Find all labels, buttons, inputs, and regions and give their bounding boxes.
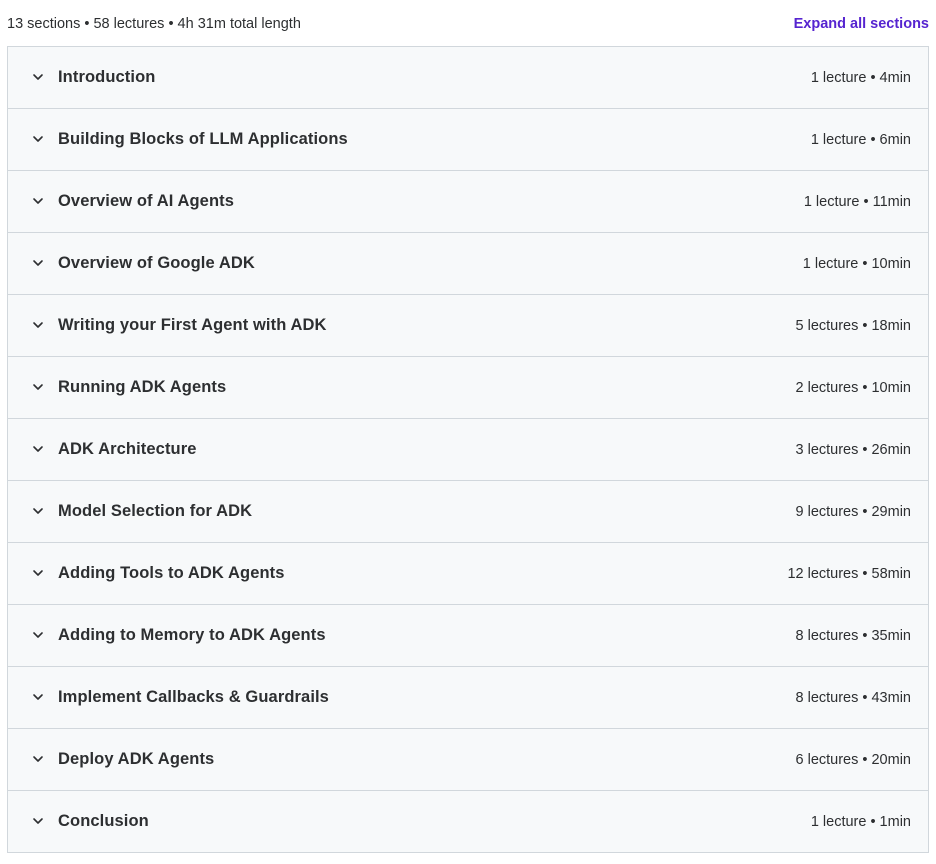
chevron-down-icon xyxy=(31,504,45,518)
chevron-down-icon xyxy=(31,194,45,208)
chevron-down-icon xyxy=(31,814,45,828)
section-title: Writing your First Agent with ADK xyxy=(58,316,327,334)
section-lecture-info: 1 lecture • 6min xyxy=(810,131,911,148)
section-lecture-info: 8 lectures • 43min xyxy=(795,689,912,706)
section-lecture-info: 8 lectures • 35min xyxy=(795,627,912,644)
chevron-down-icon xyxy=(31,70,45,84)
section-row[interactable]: Conclusion 1 lecture • 1min xyxy=(8,791,928,853)
section-lecture-info: 9 lectures • 29min xyxy=(795,503,912,520)
chevron-down-icon xyxy=(31,132,45,146)
curriculum-section-list: Introduction 1 lecture • 4min Building Blo… xyxy=(7,46,929,853)
section-row[interactable]: Introduction 1 lecture • 4min xyxy=(8,47,928,109)
section-lecture-info: 6 lectures • 20min xyxy=(795,751,912,768)
section-lecture-info: 5 lectures • 18min xyxy=(795,317,912,334)
section-title: Overview of Google ADK xyxy=(58,254,255,272)
section-row[interactable]: ADK Architecture 3 lectures • 26min xyxy=(8,419,928,481)
section-title: Adding Tools to ADK Agents xyxy=(58,564,285,582)
section-row[interactable]: Adding Tools to ADK Agents 12 lectures • … xyxy=(8,543,928,605)
chevron-down-icon xyxy=(31,566,45,580)
curriculum-summary: 13 sections • 58 lectures • 4h 31m total… xyxy=(7,16,301,32)
chevron-down-icon xyxy=(31,752,45,766)
section-lecture-info: 1 lecture • 10min xyxy=(802,255,911,272)
section-row[interactable]: Building Blocks of LLM Applications 1 lec… xyxy=(8,109,928,171)
chevron-down-icon xyxy=(31,442,45,456)
section-title: Overview of AI Agents xyxy=(58,192,235,210)
section-title: Implement Callbacks & Guardrails xyxy=(58,688,329,706)
chevron-down-icon xyxy=(31,380,45,394)
section-row[interactable]: Implement Callbacks & Guardrails 8 lectur… xyxy=(8,667,928,729)
section-row[interactable]: Deploy ADK Agents 6 lectures • 20min xyxy=(8,729,928,791)
chevron-down-icon xyxy=(31,690,45,704)
chevron-down-icon xyxy=(31,628,45,642)
chevron-down-icon xyxy=(31,318,45,332)
section-title: Building Blocks of LLM Applications xyxy=(58,130,348,148)
expand-all-sections-button[interactable]: Expand all sections xyxy=(794,16,929,32)
section-lecture-info: 1 lecture • 11min xyxy=(803,193,911,210)
curriculum-header: 13 sections • 58 lectures • 4h 31m total… xyxy=(7,14,929,34)
section-title: Deploy ADK Agents xyxy=(58,750,215,768)
section-title: ADK Architecture xyxy=(58,440,197,458)
section-lecture-info: 1 lecture • 1min xyxy=(810,813,911,830)
section-lecture-info: 1 lecture • 4min xyxy=(810,69,911,86)
section-title: Model Selection for ADK xyxy=(58,502,253,520)
section-row[interactable]: Writing your First Agent with ADK 5 lectu… xyxy=(8,295,928,357)
section-row[interactable]: Running ADK Agents 2 lectures • 10min xyxy=(8,357,928,419)
section-title: Running ADK Agents xyxy=(58,378,227,396)
section-row[interactable]: Overview of Google ADK 1 lecture • 10min xyxy=(8,233,928,295)
section-row[interactable]: Model Selection for ADK 9 lectures • 29mi… xyxy=(8,481,928,543)
chevron-down-icon xyxy=(31,256,45,270)
section-row[interactable]: Overview of AI Agents 1 lecture • 11min xyxy=(8,171,928,233)
section-lecture-info: 12 lectures • 58min xyxy=(787,565,911,582)
section-title: Conclusion xyxy=(58,812,149,830)
section-row[interactable]: Adding to Memory to ADK Agents 8 lectures… xyxy=(8,605,928,667)
section-title: Introduction xyxy=(58,68,156,86)
section-title: Adding to Memory to ADK Agents xyxy=(58,626,326,644)
section-lecture-info: 2 lectures • 10min xyxy=(795,379,912,396)
section-lecture-info: 3 lectures • 26min xyxy=(795,441,912,458)
